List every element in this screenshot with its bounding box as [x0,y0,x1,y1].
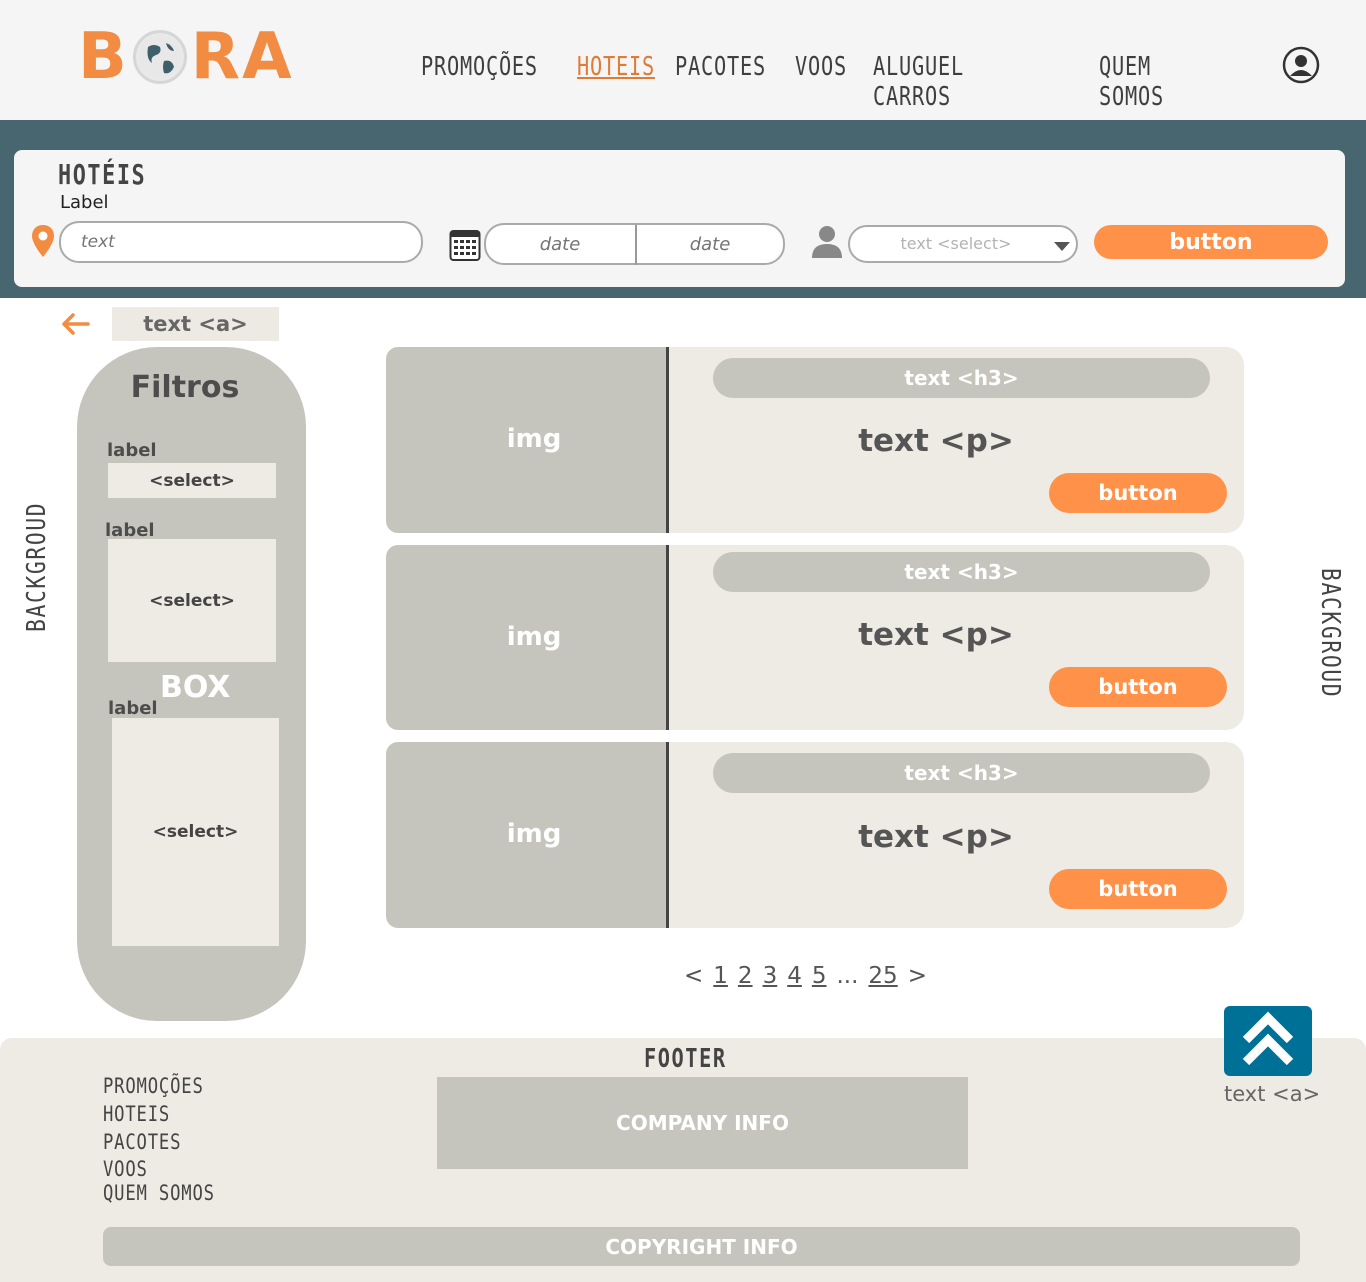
location-input[interactable] [59,221,423,263]
pagination-page[interactable]: 5 [812,963,827,989]
hotel-description: text <p> [858,617,1014,653]
filter-label: label [107,440,157,461]
card-divider [666,545,669,730]
checkout-date-input[interactable] [636,225,784,263]
bora-logo[interactable]: B RA [78,20,294,94]
calendar-icon [449,226,481,266]
hotel-image[interactable]: img [386,545,668,730]
pagination-page[interactable]: 1 [713,963,728,989]
arrow-left-icon[interactable] [60,312,90,340]
hotel-title: text <h3> [713,358,1210,398]
location-pin-icon [31,224,55,262]
copyright-info: COPYRIGHT INFO [103,1227,1300,1266]
pagination-page[interactable]: 2 [738,963,753,989]
logo-letter-b: B [78,20,129,94]
footer-link-pacotes[interactable]: PACOTES [103,1128,215,1156]
hotel-card-button[interactable]: button [1049,473,1227,513]
footer-link-hoteis[interactable]: HOTEIS [103,1100,215,1128]
back-to-top-button[interactable] [1224,1006,1312,1076]
globe-icon [132,30,187,84]
filters-title: Filtros [130,370,240,405]
pagination-prev[interactable]: < [684,963,703,989]
background-label-right: BACKGROUD [1315,568,1345,699]
footer-link-voos[interactable]: VOOS [103,1156,215,1182]
back-link[interactable]: text <a> [112,307,279,341]
checkin-date-input[interactable] [486,225,634,263]
hotel-description: text <p> [858,819,1014,855]
filter-label: label [108,698,158,719]
footer-title: FOOTER [644,1044,727,1074]
search-label: Label [60,192,109,213]
pagination-next[interactable]: > [908,963,927,989]
footer-link-quem-somos[interactable]: QUEM SOMOS [103,1182,215,1204]
hotel-card: img text <h3> text <p> button [386,545,1244,730]
pagination-ellipsis: ... [836,963,859,989]
company-info: COMPANY INFO [437,1077,968,1169]
nav-item-quem-somos[interactable]: QUEM SOMOS [1099,52,1216,112]
nav-item-voos[interactable]: VOOS [795,52,850,112]
search-card [14,150,1345,287]
pagination: < 1 2 3 4 5 ... 25 > [684,963,927,989]
pagination-page-last[interactable]: 25 [868,963,897,989]
main-nav: PROMOÇÕES HOTEIS PACOTES VOOS ALUGUEL CA… [421,52,1249,112]
logo-letters-ra: RA [190,20,294,94]
card-divider [666,347,669,533]
hotel-card: img text <h3> text <p> button [386,742,1244,928]
background-label-left: BACKGROUD [22,501,52,632]
filter-select[interactable]: <select> [108,539,276,662]
user-circle-icon[interactable] [1282,46,1320,84]
nav-item-pacotes[interactable]: PACOTES [675,52,765,112]
person-icon [810,224,844,262]
nav-item-aluguel-carros[interactable]: ALUGUEL CARROS [873,52,1043,112]
pagination-page[interactable]: 3 [763,963,778,989]
hotel-title: text <h3> [713,753,1210,793]
nav-item-promocoes[interactable]: PROMOÇÕES [421,52,537,112]
filter-select-value: <select> [149,590,235,611]
hotel-card-button[interactable]: button [1049,667,1227,707]
filter-label: label [105,520,155,541]
hotel-card: img text <h3> text <p> button [386,347,1244,533]
search-button[interactable]: button [1094,225,1328,259]
date-range [484,223,785,265]
back-to-top-link[interactable]: text <a> [1224,1082,1320,1106]
chevron-down-icon [1054,242,1070,251]
filter-select[interactable]: <select> [108,463,276,498]
pagination-page[interactable]: 4 [787,963,802,989]
hotel-image[interactable]: img [386,347,668,533]
hotel-image[interactable]: img [386,742,668,928]
nav-item-hoteis[interactable]: HOTEIS [577,52,654,112]
filter-select-value: <select> [149,470,235,491]
footer-link-promocoes[interactable]: PROMOÇÕES [103,1072,215,1100]
box-label: BOX [160,670,231,705]
hotel-card-button[interactable]: button [1049,869,1227,909]
hotel-description: text <p> [858,423,1014,459]
filter-select-value: <select> [152,822,239,842]
hotel-title: text <h3> [713,552,1210,592]
guests-select[interactable]: text <select> [848,225,1078,263]
search-title: HOTÉIS [58,158,147,191]
guests-select-value: text <select> [900,234,1012,253]
footer-links: PROMOÇÕES HOTEIS PACOTES VOOS QUEM SOMOS [103,1072,239,1204]
filter-select[interactable]: <select> [112,718,279,946]
card-divider [666,742,669,928]
double-chevron-up-icon [1224,1011,1312,1079]
